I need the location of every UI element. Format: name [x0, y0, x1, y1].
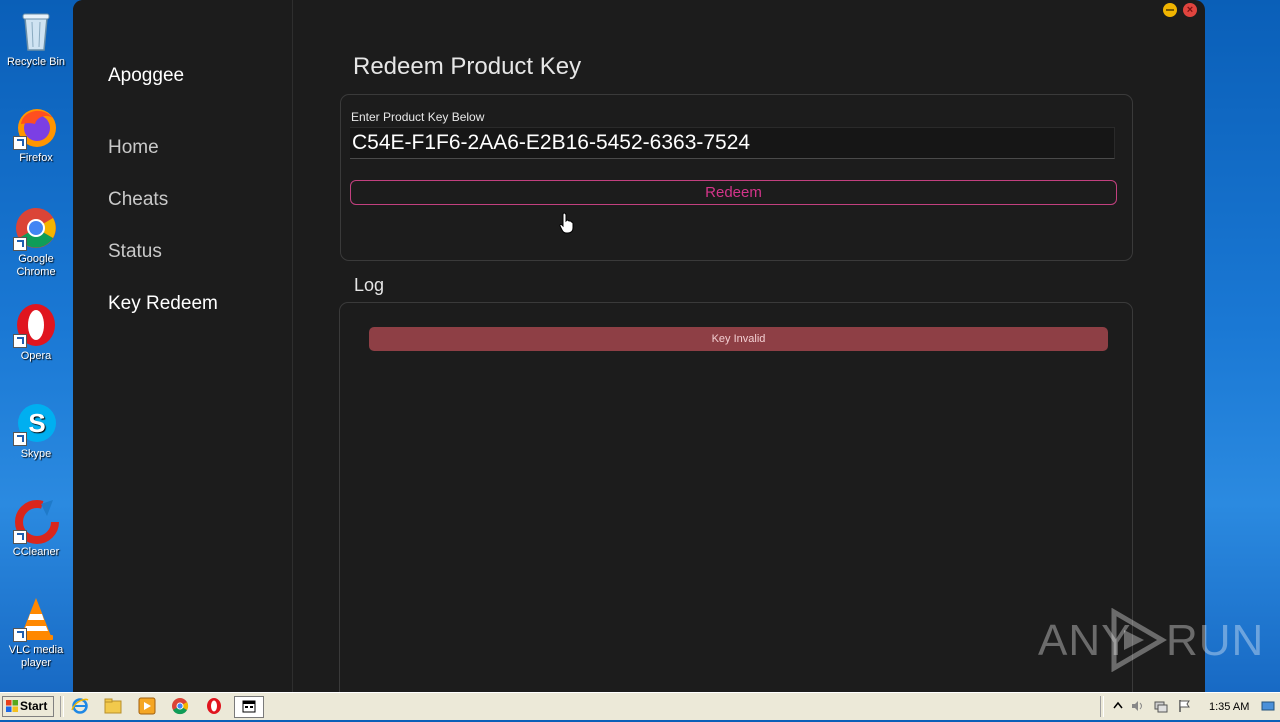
action-center-flag-icon[interactable]: [1177, 699, 1191, 713]
recycle-bin-icon: [13, 8, 59, 54]
shortcut-arrow-icon: [13, 237, 27, 251]
desktop-icon-recycle-bin[interactable]: Recycle Bin: [2, 8, 70, 69]
desktop-icon-firefox[interactable]: Firefox: [2, 104, 70, 165]
shortcut-arrow-icon: [13, 628, 27, 642]
desktop-icon-label: Recycle Bin: [6, 56, 66, 68]
media-player-icon[interactable]: [138, 697, 156, 715]
log-entry-error: Key Invalid: [369, 327, 1108, 351]
show-desktop-icon[interactable]: [1261, 699, 1275, 713]
product-key-input[interactable]: [350, 127, 1115, 159]
skype-icon: S: [13, 400, 59, 446]
desktop-icon-label: VLC media player: [8, 644, 64, 669]
desktop-icon-label: Opera: [20, 350, 52, 362]
desktop-icon-label: Skype: [20, 448, 52, 460]
app-brand: Apoggee: [108, 65, 185, 86]
sidebar: Apoggee Home Cheats Status Key Redeem: [73, 0, 293, 692]
start-label: Start: [20, 699, 48, 713]
chrome-icon: [13, 205, 59, 251]
key-redeem-card: Enter Product Key Below Redeem: [340, 94, 1133, 261]
play-logo-icon: [1111, 608, 1167, 672]
page-title: Redeem Product Key: [353, 53, 582, 80]
desktop-icon-label: Google Chrome: [16, 253, 56, 278]
close-button[interactable]: ×: [1183, 3, 1197, 17]
redeem-button[interactable]: Redeem: [350, 180, 1117, 205]
svg-text:S: S: [28, 408, 45, 438]
desktop-icon-label: Firefox: [19, 152, 53, 164]
windows-flag-icon: [6, 700, 18, 712]
ccleaner-icon: [13, 498, 59, 544]
desktop-icon-vlc[interactable]: VLC media player: [2, 596, 70, 670]
tray-separator: [1100, 696, 1104, 717]
taskbar-clock: 1:35 AM: [1209, 701, 1250, 713]
shortcut-arrow-icon: [13, 136, 27, 150]
desktop-icon-ccleaner[interactable]: CCleaner: [2, 498, 70, 559]
taskbar-separator: [60, 696, 64, 717]
app-window: Apoggee Home Cheats Status Key Redeem × …: [73, 0, 1205, 692]
explorer-icon[interactable]: [104, 697, 122, 715]
opera-icon[interactable]: [205, 697, 223, 715]
key-field-label: Enter Product Key Below: [351, 110, 485, 124]
chrome-icon[interactable]: [171, 697, 189, 715]
desktop-icon-chrome[interactable]: Google Chrome: [2, 205, 70, 279]
network-icon[interactable]: [1154, 699, 1168, 713]
nav-item-key-redeem[interactable]: Key Redeem: [108, 293, 218, 315]
vlc-icon: [13, 596, 59, 642]
firefox-icon: [13, 104, 59, 150]
nav-item-home[interactable]: Home: [108, 137, 159, 159]
desktop-icon-skype[interactable]: S Skype: [2, 400, 70, 461]
ie-icon[interactable]: [71, 697, 89, 715]
taskbar: Start 1:35 AM: [0, 692, 1280, 720]
desktop-icon-opera[interactable]: Opera: [2, 302, 70, 363]
app-window-icon: [242, 700, 256, 713]
log-title: Log: [354, 275, 385, 295]
shortcut-arrow-icon: [13, 530, 27, 544]
start-button[interactable]: Start: [2, 696, 54, 717]
desktop-icons: Recycle Bin Firefox Google Chrome Opera …: [0, 0, 72, 690]
system-tray: [1105, 693, 1280, 720]
chevron-up-icon[interactable]: [1111, 699, 1125, 713]
speaker-icon[interactable]: [1130, 699, 1144, 713]
shortcut-arrow-icon: [13, 334, 27, 348]
opera-icon: [13, 302, 59, 348]
taskbar-app-window[interactable]: [234, 696, 264, 718]
nav-item-status[interactable]: Status: [108, 241, 162, 263]
log-card: Key Invalid: [339, 302, 1133, 692]
watermark-text-right: RUN: [1166, 616, 1265, 665]
hand-cursor-icon: [559, 212, 574, 234]
shortcut-arrow-icon: [13, 432, 27, 446]
minimize-button[interactable]: [1163, 3, 1177, 17]
desktop-icon-label: CCleaner: [12, 546, 60, 558]
nav-item-cheats[interactable]: Cheats: [108, 189, 168, 211]
anyrun-watermark: ANY RUN: [1038, 608, 1263, 674]
